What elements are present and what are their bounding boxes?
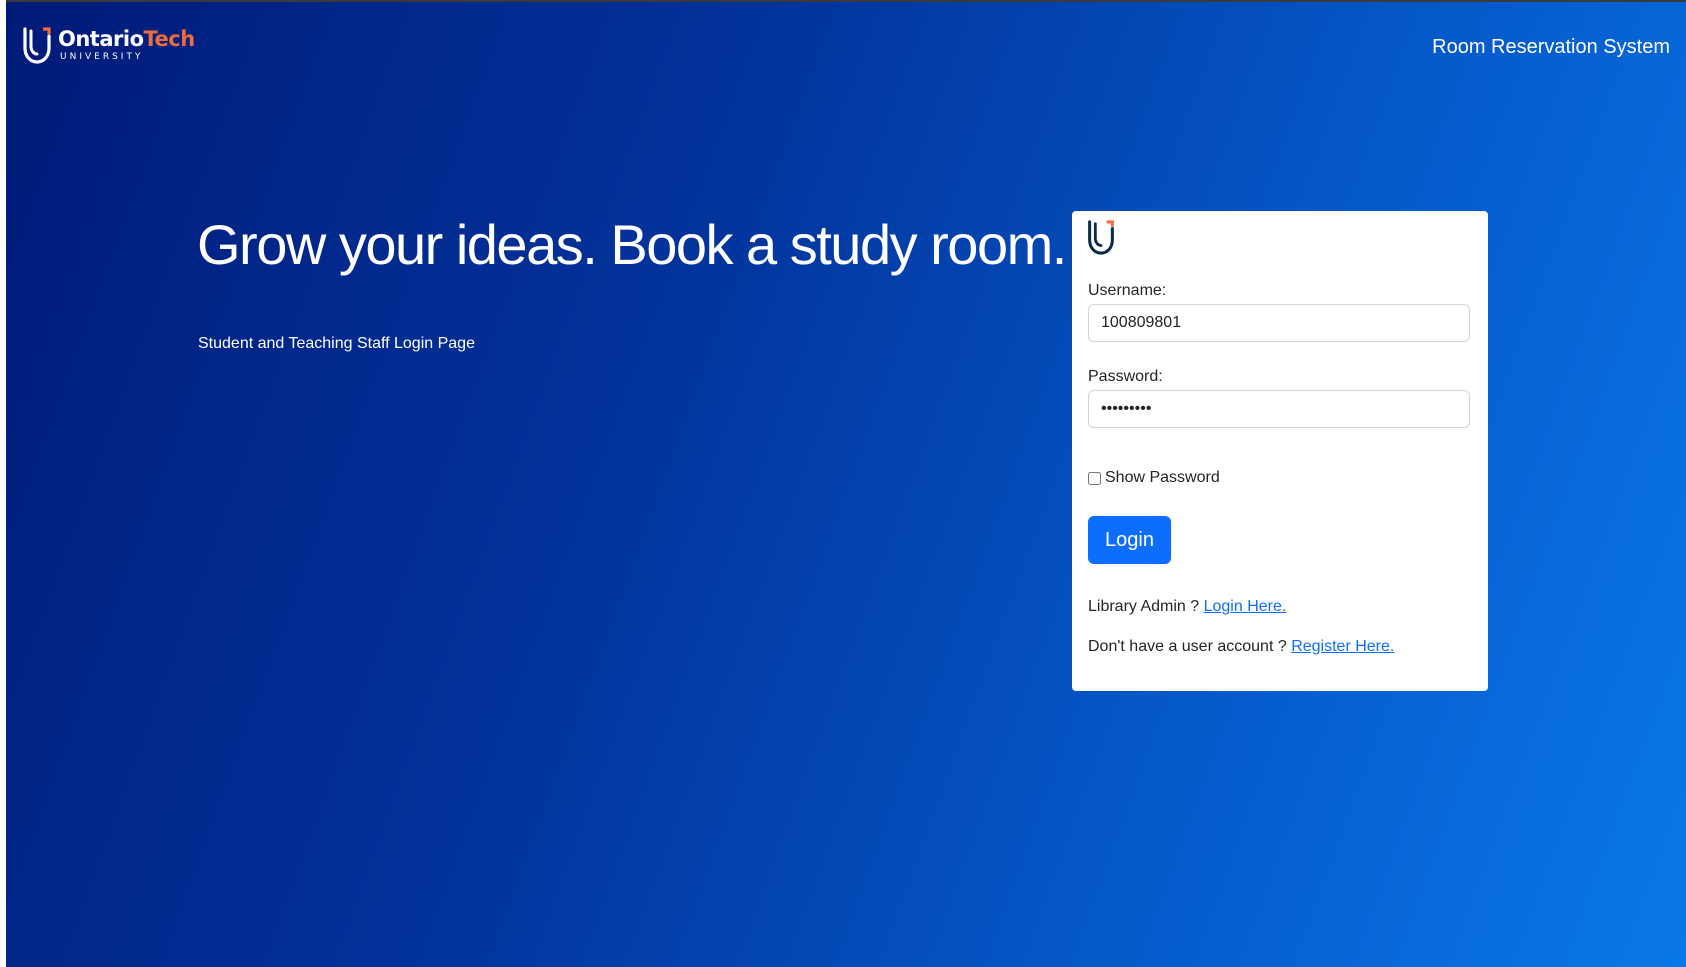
brand-text: OntarioTech UNIVERSITY	[58, 26, 196, 62]
username-label: Username:	[1088, 282, 1167, 299]
show-password-label: Show Password	[1105, 469, 1220, 486]
admin-login-link[interactable]: Login Here.	[1204, 598, 1287, 615]
system-title: Room Reservation System	[1432, 36, 1670, 58]
register-prompt: Don't have a user account ?	[1088, 638, 1292, 655]
ontario-tech-shield-icon	[1088, 220, 1114, 255]
register-link[interactable]: Register Here.	[1291, 638, 1394, 655]
admin-prompt: Library Admin ?	[1088, 598, 1204, 615]
password-input[interactable]	[1088, 390, 1470, 428]
username-input[interactable]	[1088, 304, 1470, 342]
ontario-tech-shield-icon	[23, 27, 51, 64]
register-line: Don't have a user account ? Register Her…	[1088, 638, 1394, 656]
brand-name-tech: Tech	[143, 26, 196, 51]
brand-name-ontario: Ontario	[58, 26, 144, 51]
brand-name: OntarioTech	[58, 26, 196, 51]
hero-subtitle: Student and Teaching Staff Login Page	[198, 335, 475, 352]
password-label: Password:	[1088, 368, 1163, 385]
brand-subtitle: UNIVERSITY	[60, 51, 144, 62]
login-card: Username: Password: Show Password Login …	[1072, 211, 1488, 691]
admin-login-line: Library Admin ? Login Here.	[1088, 598, 1286, 616]
login-button[interactable]: Login	[1088, 516, 1171, 564]
show-password-checkbox[interactable]	[1088, 471, 1101, 485]
brand-logo[interactable]: OntarioTech UNIVERSITY	[22, 26, 195, 64]
show-password-toggle[interactable]: Show Password	[1088, 469, 1220, 487]
hero-title: Grow your ideas. Book a study room.	[197, 213, 1067, 276]
